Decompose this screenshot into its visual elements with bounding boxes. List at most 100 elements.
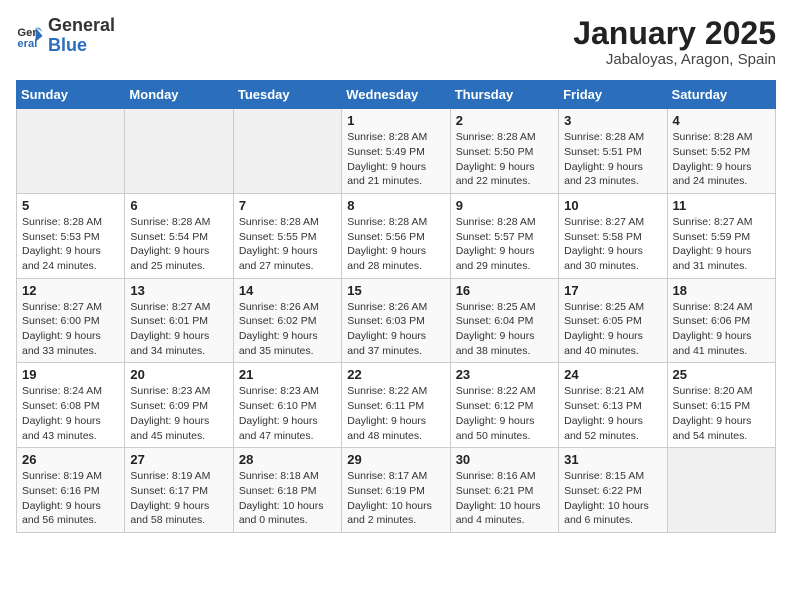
day-cell: 4 Sunrise: 8:28 AM Sunset: 5:52 PM Daylig… xyxy=(667,109,775,194)
week-row-5: 26Sunrise: 8:19 AM Sunset: 6:16 PM Dayli… xyxy=(17,448,776,533)
day-cell: 3Sunrise: 8:28 AM Sunset: 5:51 PM Daylig… xyxy=(559,109,667,194)
day-number: 14 xyxy=(239,283,336,298)
day-info: Sunrise: 8:28 AM Sunset: 5:57 PM Dayligh… xyxy=(456,215,553,274)
day-number: 3 xyxy=(564,113,661,128)
day-cell xyxy=(125,109,233,194)
day-info: Sunrise: 8:27 AM Sunset: 6:00 PM Dayligh… xyxy=(22,300,119,359)
day-number: 7 xyxy=(239,198,336,213)
day-info: Sunrise: 8:28 AM Sunset: 5:56 PM Dayligh… xyxy=(347,215,444,274)
day-number: 29 xyxy=(347,452,444,467)
day-cell: 30 Sunrise: 8:16 AM Sunset: 6:21 PM Dayli… xyxy=(450,448,558,533)
day-number: 19 xyxy=(22,367,119,382)
day-number: 2 xyxy=(456,113,553,128)
day-cell: 19Sunrise: 8:24 AM Sunset: 6:08 PM Dayli… xyxy=(17,363,125,448)
day-cell xyxy=(667,448,775,533)
day-number: 26 xyxy=(22,452,119,467)
day-cell: 9Sunrise: 8:28 AM Sunset: 5:57 PM Daylig… xyxy=(450,193,558,278)
day-cell: 27Sunrise: 8:19 AM Sunset: 6:17 PM Dayli… xyxy=(125,448,233,533)
month-title: January 2025 xyxy=(573,16,776,51)
day-number: 17 xyxy=(564,283,661,298)
day-info: Sunrise: 8:17 AM Sunset: 6:19 PM Dayligh… xyxy=(347,469,444,528)
day-number: 16 xyxy=(456,283,553,298)
day-number: 23 xyxy=(456,367,553,382)
day-info: Sunrise: 8:28 AM Sunset: 5:52 PM Dayligh… xyxy=(673,130,770,189)
day-number: 31 xyxy=(564,452,661,467)
day-info: Sunrise: 8:28 AM Sunset: 5:53 PM Dayligh… xyxy=(22,215,119,274)
day-number: 28 xyxy=(239,452,336,467)
col-header-saturday: Saturday xyxy=(667,81,775,109)
day-info: Sunrise: 8:27 AM Sunset: 6:01 PM Dayligh… xyxy=(130,300,227,359)
day-info: Sunrise: 8:28 AM Sunset: 5:49 PM Dayligh… xyxy=(347,130,444,189)
col-header-friday: Friday xyxy=(559,81,667,109)
day-info: Sunrise: 8:26 AM Sunset: 6:03 PM Dayligh… xyxy=(347,300,444,359)
day-number: 6 xyxy=(130,198,227,213)
day-number: 24 xyxy=(564,367,661,382)
day-cell: 10 Sunrise: 8:27 AM Sunset: 5:58 PM Dayli… xyxy=(559,193,667,278)
day-cell: 12 Sunrise: 8:27 AM Sunset: 6:00 PM Dayli… xyxy=(17,278,125,363)
day-number: 21 xyxy=(239,367,336,382)
day-cell: 1 Sunrise: 8:28 AM Sunset: 5:49 PM Daylig… xyxy=(342,109,450,194)
day-number: 25 xyxy=(673,367,770,382)
day-cell: 31 Sunrise: 8:15 AM Sunset: 6:22 PM Dayli… xyxy=(559,448,667,533)
day-number: 30 xyxy=(456,452,553,467)
day-number: 27 xyxy=(130,452,227,467)
day-cell: 6 Sunrise: 8:28 AM Sunset: 5:54 PM Daylig… xyxy=(125,193,233,278)
day-info: Sunrise: 8:28 AM Sunset: 5:50 PM Dayligh… xyxy=(456,130,553,189)
day-cell: 22Sunrise: 8:22 AM Sunset: 6:11 PM Dayli… xyxy=(342,363,450,448)
logo: Gen eral General Blue xyxy=(16,16,115,56)
col-header-monday: Monday xyxy=(125,81,233,109)
day-cell: 13 Sunrise: 8:27 AM Sunset: 6:01 PM Dayli… xyxy=(125,278,233,363)
page-header: Gen eral General Blue January 2025 Jabal… xyxy=(16,16,776,68)
day-info: Sunrise: 8:26 AM Sunset: 6:02 PM Dayligh… xyxy=(239,300,336,359)
day-number: 8 xyxy=(347,198,444,213)
day-cell: 11 Sunrise: 8:27 AM Sunset: 5:59 PM Dayli… xyxy=(667,193,775,278)
day-cell: 17 Sunrise: 8:25 AM Sunset: 6:05 PM Dayli… xyxy=(559,278,667,363)
day-info: Sunrise: 8:27 AM Sunset: 5:58 PM Dayligh… xyxy=(564,215,661,274)
day-info: Sunrise: 8:28 AM Sunset: 5:54 PM Dayligh… xyxy=(130,215,227,274)
week-row-3: 12 Sunrise: 8:27 AM Sunset: 6:00 PM Dayli… xyxy=(17,278,776,363)
day-cell: 2 Sunrise: 8:28 AM Sunset: 5:50 PM Daylig… xyxy=(450,109,558,194)
col-header-sunday: Sunday xyxy=(17,81,125,109)
day-number: 12 xyxy=(22,283,119,298)
title-block: January 2025 Jabaloyas, Aragon, Spain xyxy=(573,16,776,68)
day-cell xyxy=(17,109,125,194)
day-info: Sunrise: 8:16 AM Sunset: 6:21 PM Dayligh… xyxy=(456,469,553,528)
col-header-wednesday: Wednesday xyxy=(342,81,450,109)
day-number: 1 xyxy=(347,113,444,128)
day-cell: 15 Sunrise: 8:26 AM Sunset: 6:03 PM Dayli… xyxy=(342,278,450,363)
logo-text-blue: Blue xyxy=(48,36,115,56)
week-row-2: 5 Sunrise: 8:28 AM Sunset: 5:53 PM Daylig… xyxy=(17,193,776,278)
day-number: 11 xyxy=(673,198,770,213)
day-info: Sunrise: 8:22 AM Sunset: 6:11 PM Dayligh… xyxy=(347,384,444,443)
day-info: Sunrise: 8:21 AM Sunset: 6:13 PM Dayligh… xyxy=(564,384,661,443)
day-number: 15 xyxy=(347,283,444,298)
week-row-1: 1 Sunrise: 8:28 AM Sunset: 5:49 PM Daylig… xyxy=(17,109,776,194)
day-cell xyxy=(233,109,341,194)
day-cell: 26Sunrise: 8:19 AM Sunset: 6:16 PM Dayli… xyxy=(17,448,125,533)
svg-text:eral: eral xyxy=(17,38,37,50)
day-cell: 18Sunrise: 8:24 AM Sunset: 6:06 PM Dayli… xyxy=(667,278,775,363)
day-number: 10 xyxy=(564,198,661,213)
day-number: 4 xyxy=(673,113,770,128)
day-info: Sunrise: 8:27 AM Sunset: 5:59 PM Dayligh… xyxy=(673,215,770,274)
day-cell: 5 Sunrise: 8:28 AM Sunset: 5:53 PM Daylig… xyxy=(17,193,125,278)
day-cell: 20Sunrise: 8:23 AM Sunset: 6:09 PM Dayli… xyxy=(125,363,233,448)
day-cell: 14 Sunrise: 8:26 AM Sunset: 6:02 PM Dayli… xyxy=(233,278,341,363)
day-cell: 29 Sunrise: 8:17 AM Sunset: 6:19 PM Dayli… xyxy=(342,448,450,533)
day-info: Sunrise: 8:23 AM Sunset: 6:10 PM Dayligh… xyxy=(239,384,336,443)
day-info: Sunrise: 8:25 AM Sunset: 6:05 PM Dayligh… xyxy=(564,300,661,359)
day-cell: 28Sunrise: 8:18 AM Sunset: 6:18 PM Dayli… xyxy=(233,448,341,533)
day-cell: 21 Sunrise: 8:23 AM Sunset: 6:10 PM Dayli… xyxy=(233,363,341,448)
day-info: Sunrise: 8:15 AM Sunset: 6:22 PM Dayligh… xyxy=(564,469,661,528)
col-header-tuesday: Tuesday xyxy=(233,81,341,109)
day-info: Sunrise: 8:25 AM Sunset: 6:04 PM Dayligh… xyxy=(456,300,553,359)
day-number: 5 xyxy=(22,198,119,213)
day-cell: 24 Sunrise: 8:21 AM Sunset: 6:13 PM Dayli… xyxy=(559,363,667,448)
logo-text-general: General xyxy=(48,16,115,36)
day-cell: 8 Sunrise: 8:28 AM Sunset: 5:56 PM Daylig… xyxy=(342,193,450,278)
day-info: Sunrise: 8:28 AM Sunset: 5:55 PM Dayligh… xyxy=(239,215,336,274)
day-cell: 16 Sunrise: 8:25 AM Sunset: 6:04 PM Dayli… xyxy=(450,278,558,363)
day-number: 13 xyxy=(130,283,227,298)
day-info: Sunrise: 8:22 AM Sunset: 6:12 PM Dayligh… xyxy=(456,384,553,443)
logo-icon: Gen eral xyxy=(16,22,44,50)
